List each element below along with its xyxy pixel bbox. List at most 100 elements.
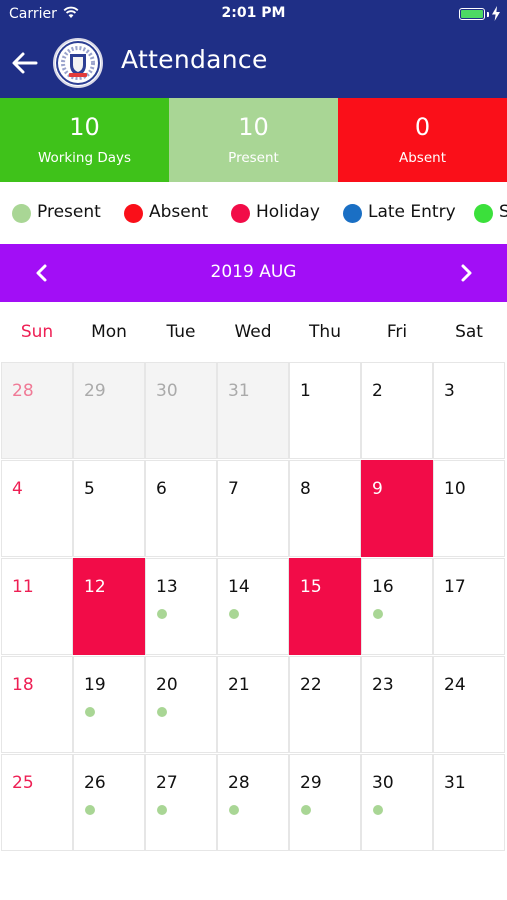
calendar-day-cell[interactable]: 21 <box>217 656 289 753</box>
chevron-right-icon[interactable] <box>454 261 478 285</box>
status-bar: Carrier 2:01 PM <box>0 0 507 28</box>
calendar-day-cell[interactable]: 29 <box>289 754 361 851</box>
day-number: 27 <box>156 773 178 793</box>
calendar-day-cell[interactable]: 19 <box>73 656 145 753</box>
absent-label: Absent <box>399 150 446 166</box>
present-marker-dot <box>157 609 167 619</box>
day-number: 28 <box>12 381 34 401</box>
calendar-day-cell[interactable]: 3 <box>433 362 505 459</box>
day-number: 25 <box>12 773 34 793</box>
calendar-day-cell[interactable]: 30 <box>361 754 433 851</box>
calendar-day-cell[interactable]: 30 <box>145 362 217 459</box>
day-number: 19 <box>84 675 106 695</box>
calendar-day-cell[interactable]: 10 <box>433 460 505 557</box>
weekday-header: Sun Mon Tue Wed Thu Fri Sat <box>0 302 507 362</box>
present-marker-dot <box>373 609 383 619</box>
calendar-day-cell[interactable]: 5 <box>73 460 145 557</box>
day-number: 31 <box>444 773 466 793</box>
calendar-day-cell[interactable]: 24 <box>433 656 505 753</box>
working-days-label: Working Days <box>37 150 132 166</box>
day-number: 2 <box>372 381 383 401</box>
calendar-day-cell[interactable]: 28 <box>217 754 289 851</box>
day-number: 24 <box>444 675 466 695</box>
calendar-day-cell[interactable]: 28 <box>1 362 73 459</box>
holiday-legend-dot <box>231 204 250 223</box>
absent-legend-dot <box>124 204 143 223</box>
day-number: 29 <box>300 773 322 793</box>
school-logo <box>53 38 103 88</box>
calendar-day-cell[interactable]: 15 <box>289 558 361 655</box>
present-marker-dot <box>85 707 95 717</box>
calendar-day-cell[interactable]: 17 <box>433 558 505 655</box>
calendar-day-cell[interactable]: 7 <box>217 460 289 557</box>
calendar-day-cell[interactable]: 2 <box>361 362 433 459</box>
calendar-grid: 28 29 30 31 1 2 3 4 5 6 7 8 9 10 11 12 13 14 15 16 17 18 19 20 2… <box>0 362 507 852</box>
legend-extra: S <box>499 202 507 222</box>
calendar-day-cell[interactable]: 12 <box>73 558 145 655</box>
day-number: 30 <box>372 773 394 793</box>
clock-time: 2:01 PM <box>221 5 286 21</box>
legend-holiday: Holiday <box>256 202 320 222</box>
calendar-day-cell[interactable]: 20 <box>145 656 217 753</box>
absent-card: 0 Absent <box>338 98 507 182</box>
day-number: 9 <box>372 479 383 499</box>
day-number: 22 <box>300 675 322 695</box>
calendar-day-cell[interactable]: 14 <box>217 558 289 655</box>
extra-legend-dot <box>474 204 493 223</box>
battery-icon <box>459 8 485 20</box>
calendar-day-cell[interactable]: 26 <box>73 754 145 851</box>
calendar-day-cell[interactable]: 29 <box>73 362 145 459</box>
day-number: 7 <box>228 479 239 499</box>
weekday-mon: Mon <box>91 322 127 342</box>
calendar-day-cell[interactable]: 9 <box>361 460 433 557</box>
calendar-day-cell[interactable]: 25 <box>1 754 73 851</box>
day-number: 15 <box>300 577 322 597</box>
present-card: 10 Present <box>169 98 338 182</box>
day-number: 4 <box>12 479 23 499</box>
day-number: 20 <box>156 675 178 695</box>
page-title: Attendance <box>121 45 268 74</box>
legend-present: Present <box>37 202 101 222</box>
attendance-summary: 10 Working Days 10 Present 0 Absent <box>0 98 507 182</box>
present-marker-dot <box>301 805 311 815</box>
day-number: 8 <box>300 479 311 499</box>
calendar-day-cell[interactable]: 18 <box>1 656 73 753</box>
day-number: 29 <box>84 381 106 401</box>
present-marker-dot <box>229 805 239 815</box>
weekday-sat: Sat <box>455 322 483 342</box>
app-bar: Attendance <box>0 28 507 98</box>
weekday-wed: Wed <box>234 322 272 342</box>
calendar-day-cell[interactable]: 8 <box>289 460 361 557</box>
calendar-day-cell[interactable]: 6 <box>145 460 217 557</box>
present-legend-dot <box>12 204 31 223</box>
calendar-day-cell[interactable]: 1 <box>289 362 361 459</box>
day-number: 17 <box>444 577 466 597</box>
working-days-card: 10 Working Days <box>0 98 169 182</box>
legend-late-entry: Late Entry <box>368 202 456 222</box>
day-number: 16 <box>372 577 394 597</box>
calendar-day-cell[interactable]: 31 <box>433 754 505 851</box>
weekday-fri: Fri <box>386 322 408 342</box>
present-marker-dot <box>373 805 383 815</box>
day-number: 6 <box>156 479 167 499</box>
back-arrow-icon[interactable] <box>10 48 40 78</box>
present-marker-dot <box>85 805 95 815</box>
day-number: 13 <box>156 577 178 597</box>
calendar-day-cell[interactable]: 31 <box>217 362 289 459</box>
calendar-day-cell[interactable]: 11 <box>1 558 73 655</box>
calendar-day-cell[interactable]: 27 <box>145 754 217 851</box>
present-marker-dot <box>157 805 167 815</box>
month-navigation: 2019 AUG <box>0 244 507 302</box>
calendar-day-cell[interactable]: 16 <box>361 558 433 655</box>
day-number: 3 <box>444 381 455 401</box>
day-number: 18 <box>12 675 34 695</box>
present-count: 10 <box>238 113 269 141</box>
day-number: 14 <box>228 577 250 597</box>
calendar-day-cell[interactable]: 23 <box>361 656 433 753</box>
calendar-day-cell[interactable]: 22 <box>289 656 361 753</box>
legend-absent: Absent <box>149 202 209 222</box>
calendar-day-cell[interactable]: 13 <box>145 558 217 655</box>
calendar-day-cell[interactable]: 4 <box>1 460 73 557</box>
day-number: 1 <box>300 381 311 401</box>
day-number: 5 <box>84 479 95 499</box>
